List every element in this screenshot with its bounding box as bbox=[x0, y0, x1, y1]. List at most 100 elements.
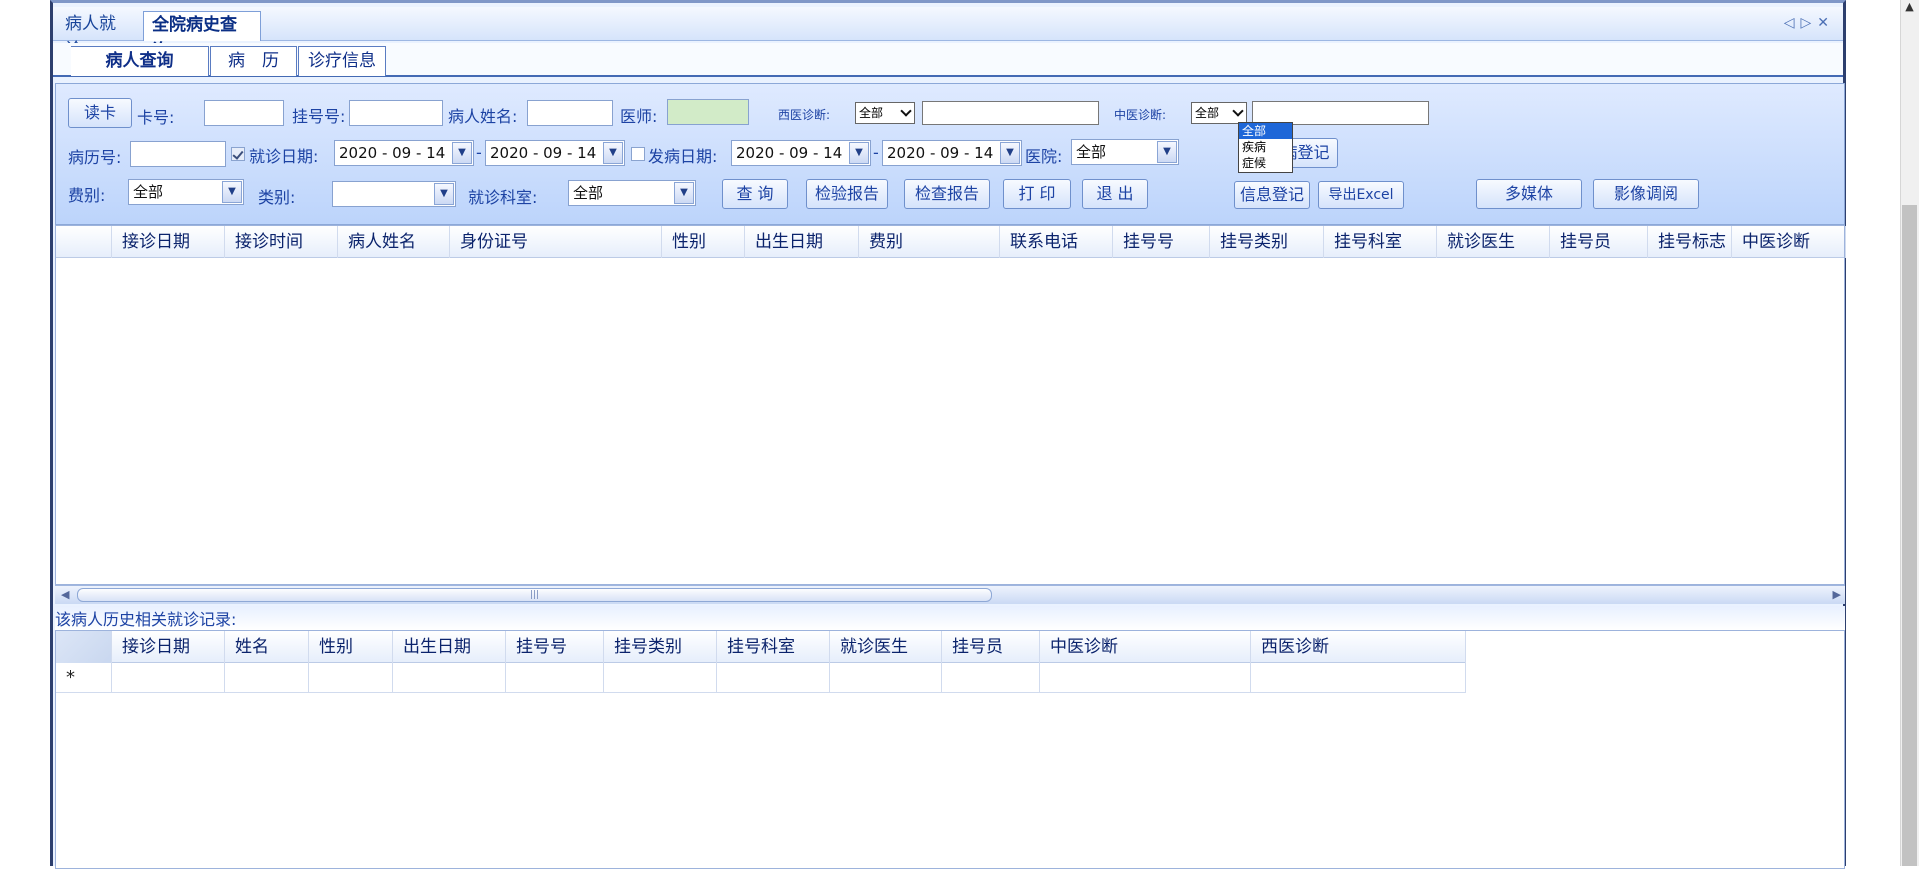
triangle-left-icon[interactable]: ◁ bbox=[1784, 15, 1801, 31]
table-cell[interactable] bbox=[309, 663, 393, 693]
scroll-left-icon[interactable]: ◀ bbox=[61, 588, 69, 601]
reg-no-label: 挂号号: bbox=[292, 107, 346, 126]
table-cell[interactable] bbox=[717, 663, 830, 693]
col-header[interactable]: 中医诊断 bbox=[1040, 631, 1251, 663]
doctor-label: 医师: bbox=[620, 107, 658, 126]
col-header[interactable]: 挂号号 bbox=[506, 631, 604, 663]
table-cell[interactable] bbox=[393, 663, 506, 693]
col-header[interactable]: 挂号类别 bbox=[1210, 226, 1324, 258]
fee-type-select[interactable]: 全部 ▼ bbox=[128, 179, 244, 205]
col-header[interactable]: 接诊日期 bbox=[112, 631, 225, 663]
multimedia-button[interactable]: 多媒体 bbox=[1476, 179, 1582, 209]
col-header[interactable]: 病人姓名 bbox=[338, 226, 450, 258]
chevron-down-icon bbox=[1232, 105, 1244, 117]
hospital-select[interactable]: 全部 ▼ bbox=[1071, 139, 1179, 165]
visit-date-to[interactable]: 2020 - 09 - 14 ▼ bbox=[485, 140, 625, 166]
col-header[interactable]: 就诊医生 bbox=[1437, 226, 1550, 258]
onset-date-checkbox[interactable] bbox=[631, 147, 645, 161]
onset-date-to[interactable]: 2020 - 09 - 14 ▼ bbox=[882, 140, 1022, 166]
scroll-up-arrow-icon[interactable]: ▲ bbox=[1902, 0, 1917, 14]
query-button[interactable]: 查 询 bbox=[722, 179, 788, 209]
info-register-button[interactable]: 信息登记 bbox=[1234, 181, 1310, 209]
dept-select[interactable]: 全部 ▼ bbox=[568, 180, 696, 206]
triangle-right-icon[interactable]: ▷ bbox=[1800, 15, 1817, 31]
col-header[interactable]: 姓名 bbox=[225, 631, 309, 663]
horizontal-scrollbar[interactable]: ◀ ||| ▶ bbox=[55, 585, 1845, 604]
doctor-input[interactable] bbox=[667, 99, 749, 125]
tab-patient-visit[interactable]: 病人就诊 bbox=[57, 11, 137, 60]
close-icon[interactable]: ✕ bbox=[1817, 15, 1835, 31]
table-cell[interactable] bbox=[225, 663, 309, 693]
col-header[interactable]: 就诊医生 bbox=[830, 631, 942, 663]
chevron-down-icon[interactable]: ▼ bbox=[603, 142, 623, 164]
reg-no-input[interactable] bbox=[349, 100, 443, 126]
col-header[interactable]: 挂号号 bbox=[1113, 226, 1210, 258]
dropdown-option[interactable]: 疾病 bbox=[1239, 139, 1292, 155]
chevron-down-icon[interactable]: ▼ bbox=[434, 183, 454, 205]
visit-date-checkbox[interactable] bbox=[231, 147, 245, 161]
patient-name-input[interactable] bbox=[527, 100, 613, 126]
col-header[interactable]: 费别 bbox=[859, 226, 1000, 258]
table-cell[interactable] bbox=[112, 663, 225, 693]
dropdown-option[interactable]: 全部 bbox=[1239, 123, 1292, 139]
western-diag-label: 西医诊断: bbox=[778, 108, 831, 122]
onset-date-from[interactable]: 2020 - 09 - 14 ▼ bbox=[731, 140, 871, 166]
record-no-input[interactable] bbox=[130, 141, 226, 167]
category-select[interactable]: ▼ bbox=[332, 181, 456, 207]
chevron-down-icon[interactable]: ▼ bbox=[222, 181, 242, 203]
col-header[interactable]: 挂号员 bbox=[942, 631, 1040, 663]
read-card-button[interactable]: 读卡 bbox=[68, 98, 132, 128]
table-cell[interactable] bbox=[830, 663, 942, 693]
table-cell[interactable] bbox=[506, 663, 604, 693]
table-cell[interactable] bbox=[942, 663, 1040, 693]
col-header[interactable]: 挂号科室 bbox=[717, 631, 830, 663]
tab-medical-record[interactable]: 病 历 bbox=[210, 46, 297, 76]
col-header[interactable]: 挂号标志 bbox=[1648, 226, 1732, 258]
table-cell[interactable] bbox=[1040, 663, 1251, 693]
image-review-button[interactable]: 影像调阅 bbox=[1593, 179, 1699, 209]
dropdown-option[interactable]: 症候 bbox=[1239, 155, 1292, 171]
col-header[interactable]: 挂号科室 bbox=[1324, 226, 1437, 258]
col-header[interactable]: 出生日期 bbox=[745, 226, 859, 258]
col-header[interactable]: 接诊时间 bbox=[225, 226, 338, 258]
chevron-down-icon[interactable]: ▼ bbox=[1000, 142, 1020, 164]
select-all-corner[interactable] bbox=[56, 631, 112, 663]
exit-button[interactable]: 退 出 bbox=[1082, 179, 1148, 209]
exam-report-button[interactable]: 检查报告 bbox=[904, 179, 990, 209]
category-label: 类别: bbox=[258, 188, 296, 207]
card-no-input[interactable] bbox=[204, 100, 284, 126]
print-button[interactable]: 打 印 bbox=[1003, 179, 1071, 209]
history-grid-header: 接诊日期 姓名 性别 出生日期 挂号号 挂号类别 挂号科室 就诊医生 挂号员 中… bbox=[56, 631, 1466, 663]
tab-nav-controls: ◁▷✕ bbox=[1784, 15, 1835, 31]
table-cell[interactable] bbox=[604, 663, 717, 693]
col-header[interactable]: 挂号员 bbox=[1550, 226, 1648, 258]
horizontal-scrollbar-thumb[interactable]: ||| bbox=[77, 588, 992, 602]
tab-patient-query[interactable]: 病人查询 bbox=[71, 46, 209, 76]
col-header[interactable]: 中医诊断 bbox=[1732, 226, 1846, 258]
col-header[interactable]: 联系电话 bbox=[1000, 226, 1113, 258]
col-header[interactable]: 身份证号 bbox=[450, 226, 662, 258]
tcm-diag-select[interactable]: 全部 bbox=[1191, 102, 1247, 124]
col-header[interactable]: 西医诊断 bbox=[1251, 631, 1466, 663]
col-header[interactable]: 接诊日期 bbox=[112, 226, 225, 258]
page-scrollbar-thumb[interactable] bbox=[1902, 205, 1917, 866]
grid-header: 接诊日期 接诊时间 病人姓名 身份证号 性别 出生日期 费别 联系电话 挂号号 … bbox=[56, 226, 1846, 258]
new-row[interactable]: * bbox=[56, 663, 1466, 693]
export-excel-button[interactable]: 导出Excel bbox=[1318, 181, 1404, 209]
visit-date-from[interactable]: 2020 - 09 - 14 ▼ bbox=[334, 140, 474, 166]
table-cell[interactable] bbox=[1251, 663, 1466, 693]
col-header[interactable]: 性别 bbox=[662, 226, 745, 258]
tab-hospital-history-query[interactable]: 全院病史查询 bbox=[143, 11, 261, 61]
col-header[interactable]: 性别 bbox=[309, 631, 393, 663]
scroll-right-icon[interactable]: ▶ bbox=[1833, 588, 1841, 601]
chevron-down-icon[interactable]: ▼ bbox=[452, 142, 472, 164]
chevron-down-icon[interactable]: ▼ bbox=[849, 142, 869, 164]
western-diag-select[interactable]: 全部 bbox=[855, 102, 915, 124]
lab-report-button[interactable]: 检验报告 bbox=[806, 179, 888, 209]
western-diag-input[interactable] bbox=[922, 101, 1099, 125]
col-header[interactable]: 挂号类别 bbox=[604, 631, 717, 663]
chevron-down-icon[interactable]: ▼ bbox=[674, 182, 694, 204]
chevron-down-icon[interactable]: ▼ bbox=[1157, 141, 1177, 163]
tab-treatment-info[interactable]: 诊疗信息 bbox=[298, 46, 386, 76]
col-header[interactable]: 出生日期 bbox=[393, 631, 506, 663]
